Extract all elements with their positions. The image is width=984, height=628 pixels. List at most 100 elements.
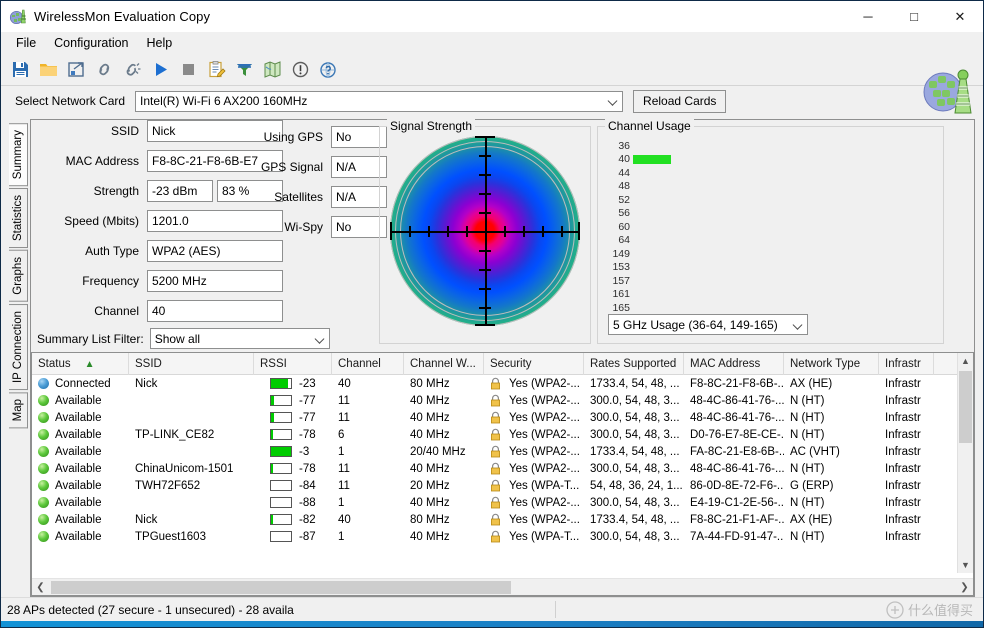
open-folder-icon[interactable] xyxy=(34,56,62,84)
channel-usage-band-select[interactable]: 5 GHz Usage (36-64, 149-165) xyxy=(608,314,808,335)
frequency-label: Frequency xyxy=(82,274,139,288)
table-row[interactable]: Connected Nick -23 40 80 MHz Yes (WPA2-... 173… xyxy=(32,375,973,392)
cell-channel-width: 40 MHz xyxy=(410,530,450,543)
cell-infrastructure: Infrastr xyxy=(885,394,921,407)
tab-statistics[interactable]: Statistics xyxy=(9,188,28,249)
cell-rssi: -84 xyxy=(254,477,332,494)
cell-status: Available xyxy=(32,460,129,477)
table-row[interactable]: Available TPGuest1603 -87 1 40 MHz Yes (WPA-T… xyxy=(32,528,973,545)
reload-cards-button[interactable]: Reload Cards xyxy=(633,89,727,113)
tab-map[interactable]: Map xyxy=(9,391,28,429)
channel-number: 153 xyxy=(612,261,630,274)
maximize-button[interactable]: □ xyxy=(891,1,937,32)
ap-list-vertical-scrollbar[interactable]: ▲ ▼ xyxy=(957,353,973,573)
map-icon[interactable] xyxy=(258,56,286,84)
table-row[interactable]: Available -3 1 20/40 MHz Yes (WPA2-... 1733.4… xyxy=(32,443,973,460)
using-gps-label: Using GPS xyxy=(263,130,323,144)
tab-summary[interactable]: Summary xyxy=(9,123,28,187)
cell-mac-address: F8-8C-21-F1-AF-... xyxy=(690,513,784,526)
radar-tick xyxy=(523,225,525,237)
column-header-status[interactable]: Status ▲ xyxy=(32,353,129,375)
funnel-icon[interactable] xyxy=(230,56,258,84)
column-header-rssi[interactable]: RSSI xyxy=(254,353,332,375)
channel-usage-row: 60 xyxy=(608,220,671,234)
column-header-infrastr[interactable]: Infrastr xyxy=(879,353,934,375)
radar-tick xyxy=(561,225,563,237)
clipboard-edit-icon[interactable] xyxy=(202,56,230,84)
ap-list-header: Status ▲ SSID RSSI Channel Channel W... Securi… xyxy=(32,353,973,375)
status-indicator-icon xyxy=(38,378,49,389)
save-icon[interactable] xyxy=(6,56,34,84)
stop-icon[interactable] xyxy=(174,56,202,84)
minimize-button[interactable]: ─ xyxy=(845,1,891,32)
scroll-up-icon[interactable]: ▲ xyxy=(958,353,973,369)
network-card-select[interactable]: Intel(R) Wi-Fi 6 AX200 160MHz xyxy=(135,90,624,112)
radar-tick xyxy=(466,225,468,237)
status-label: Available xyxy=(55,411,102,424)
security-label: Yes (WPA2-... xyxy=(509,513,580,526)
summary-list-filter-row: Summary List Filter: Show all xyxy=(37,328,330,349)
cell-rates: 1733.4, 54, 48, ... xyxy=(590,377,680,390)
scroll-down-icon[interactable]: ▼ xyxy=(958,557,973,573)
cell-mac-address: 48-4C-86-41-76-... xyxy=(690,411,784,424)
cell-ssid: TWH72F652 xyxy=(135,479,201,492)
cell-status: Available xyxy=(32,426,129,443)
table-row[interactable]: Available -77 11 40 MHz Yes (WPA2-... 300.0, … xyxy=(32,409,973,426)
menu-help[interactable]: Help xyxy=(138,34,182,52)
help-globe-icon[interactable] xyxy=(314,56,342,84)
lock-icon xyxy=(490,377,501,390)
status-label: Available xyxy=(55,496,102,509)
play-icon[interactable] xyxy=(146,56,174,84)
channel-usage-row: 56 xyxy=(608,207,671,221)
column-header-security[interactable]: Security xyxy=(484,353,584,375)
column-header-mac-address[interactable]: MAC Address xyxy=(684,353,784,375)
column-header-channel-w[interactable]: Channel W... xyxy=(404,353,484,375)
radar-tick xyxy=(578,222,581,240)
table-row[interactable]: Available -88 1 40 MHz Yes (WPA2-... 300.0, 5… xyxy=(32,494,973,511)
strength-dbm-value[interactable]: -23 dBm xyxy=(147,180,213,202)
cell-channel-width: 40 MHz xyxy=(410,411,450,424)
rssi-value: -3 xyxy=(299,445,310,458)
vertical-scroll-thumb[interactable] xyxy=(959,371,972,443)
menu-configuration[interactable]: Configuration xyxy=(45,34,137,52)
cell-network-type: G (ERP) xyxy=(790,479,834,492)
summary-list-filter-select[interactable]: Show all xyxy=(149,328,330,349)
table-row[interactable]: Available ChinaUnicom-1501 -78 11 40 MHz Yes … xyxy=(32,460,973,477)
status-text: 28 APs detected (27 secure - 1 unsecured… xyxy=(7,602,294,617)
cell-infrastructure: Infrastr xyxy=(885,411,921,424)
column-header-label: Rates Supported xyxy=(590,358,677,370)
tab-graphs[interactable]: Graphs xyxy=(9,250,28,302)
column-header-ssid[interactable]: SSID xyxy=(129,353,254,375)
table-row[interactable]: Available TWH72F652 -84 11 20 MHz Yes (WPA-T.… xyxy=(32,477,973,494)
rssi-bar xyxy=(270,463,292,474)
column-header-label: RSSI xyxy=(260,358,287,370)
column-header-network-type[interactable]: Network Type xyxy=(784,353,879,375)
export-icon[interactable] xyxy=(62,56,90,84)
ap-list-horizontal-scrollbar[interactable]: ❮ ❯ xyxy=(32,578,973,595)
scroll-right-icon[interactable]: ❯ xyxy=(956,579,973,596)
link-icon[interactable] xyxy=(90,56,118,84)
frequency-value[interactable]: 5200 MHz xyxy=(147,270,283,292)
table-row[interactable]: Available -77 11 40 MHz Yes (WPA2-... 300.0, … xyxy=(32,392,973,409)
rssi-bar xyxy=(270,395,292,406)
column-header-label: Security xyxy=(490,358,532,370)
table-row[interactable]: Available TP-LINK_CE82 -78 6 40 MHz Yes (WPA2… xyxy=(32,426,973,443)
scroll-left-icon[interactable]: ❮ xyxy=(32,579,49,596)
broken-link-icon[interactable] xyxy=(118,56,146,84)
column-header-rates-supported[interactable]: Rates Supported xyxy=(584,353,684,375)
cell-rssi: -88 xyxy=(254,494,332,511)
horizontal-scroll-thumb[interactable] xyxy=(51,581,511,594)
close-button[interactable]: ✕ xyxy=(937,1,983,32)
channel-value[interactable]: 40 xyxy=(147,300,283,322)
radar-tick xyxy=(479,269,491,271)
lock-icon xyxy=(490,428,501,441)
cell-rssi: -78 xyxy=(254,426,332,443)
cell-channel: 11 xyxy=(338,411,350,424)
gps-group: Using GPS No GPS Signal N/A Satellites N… xyxy=(253,126,387,246)
table-row[interactable]: Available Nick -82 40 80 MHz Yes (WPA2-... 173… xyxy=(32,511,973,528)
menu-file[interactable]: File xyxy=(7,34,45,52)
column-header-channel[interactable]: Channel xyxy=(332,353,404,375)
tab-ip-connection[interactable]: IP Connection xyxy=(9,303,28,390)
warning-icon[interactable] xyxy=(286,56,314,84)
cell-channel-width: 20 MHz xyxy=(410,479,450,492)
